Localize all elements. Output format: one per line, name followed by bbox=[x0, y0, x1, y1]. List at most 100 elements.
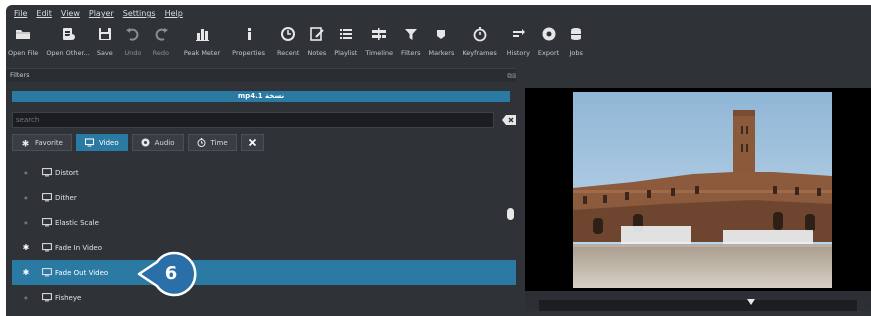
clock-icon bbox=[281, 27, 296, 41]
undo-icon bbox=[125, 28, 139, 41]
tab-label: Favorite bbox=[35, 138, 63, 147]
filter-list-item[interactable]: ● Dither bbox=[12, 185, 517, 210]
menu-view[interactable]: View bbox=[61, 9, 80, 18]
stopwatch-icon bbox=[473, 27, 486, 42]
step-callout-number: 6 bbox=[164, 263, 178, 284]
player-scrub-bar[interactable] bbox=[525, 291, 871, 311]
peak-meter-label: Peak Meter bbox=[183, 49, 221, 57]
filter-name: Distort bbox=[55, 168, 79, 177]
monitor-icon bbox=[42, 268, 52, 277]
undo-button[interactable]: Undo bbox=[124, 22, 142, 68]
screenshot-frame: File Edit View Player Settings Help Open File… bbox=[0, 0, 871, 316]
filter-name: Dither bbox=[55, 193, 77, 202]
info-icon bbox=[247, 28, 251, 40]
properties-button[interactable]: Properties bbox=[232, 22, 265, 68]
jobs-icon bbox=[571, 28, 582, 40]
notes-button[interactable]: Notes bbox=[307, 22, 326, 68]
tab-audio[interactable]: Audio bbox=[131, 134, 184, 151]
recent-button[interactable]: Recent bbox=[277, 22, 299, 68]
markers-label: Markers bbox=[428, 49, 455, 57]
tab-label: Video bbox=[98, 138, 119, 147]
filters-label: Filters bbox=[401, 49, 421, 57]
redo-icon bbox=[155, 28, 168, 41]
player-header bbox=[525, 63, 871, 88]
history-button[interactable]: History bbox=[507, 22, 530, 68]
tab-time[interactable]: Time bbox=[187, 134, 237, 151]
favorite-star-icon[interactable]: ✱ bbox=[21, 268, 31, 277]
filters-button[interactable]: Filters bbox=[401, 22, 420, 68]
tab-label: Audio bbox=[154, 138, 175, 147]
filter-search-row bbox=[12, 112, 520, 128]
open-other-icon bbox=[63, 28, 76, 40]
menu-file[interactable]: File bbox=[14, 9, 27, 18]
marker-icon bbox=[437, 30, 446, 39]
playlist-icon bbox=[339, 29, 352, 39]
timeline-button[interactable]: Timeline bbox=[365, 22, 393, 68]
monitor-icon bbox=[42, 193, 52, 202]
tab-label: Time bbox=[210, 138, 228, 147]
monitor-icon bbox=[42, 243, 52, 252]
filter-category-tabs: ✱ Favorite Video Audio Time bbox=[12, 134, 264, 151]
save-icon bbox=[98, 28, 111, 40]
filter-list-scrollbar-thumb[interactable] bbox=[507, 208, 514, 220]
filter-list-item[interactable]: ● Fisheye bbox=[12, 285, 517, 310]
save-label: Save bbox=[96, 49, 113, 57]
markers-button[interactable]: Markers bbox=[428, 22, 454, 68]
favorite-dot-icon[interactable]: ● bbox=[21, 295, 31, 300]
filter-list-item[interactable]: ✱ Fade In Video bbox=[12, 235, 517, 260]
close-filters-button[interactable] bbox=[240, 134, 264, 151]
monitor-icon bbox=[84, 138, 94, 147]
clear-search-icon[interactable] bbox=[502, 115, 516, 125]
history-icon bbox=[513, 29, 526, 37]
panel-splitter[interactable] bbox=[516, 63, 525, 311]
filter-icon bbox=[404, 29, 417, 40]
filter-search-input[interactable] bbox=[12, 112, 494, 128]
tab-favorite[interactable]: ✱ Favorite bbox=[12, 134, 72, 151]
filters-panel-header: Filters ⧉⊠ bbox=[6, 68, 522, 82]
redo-button[interactable]: Redo bbox=[152, 22, 170, 68]
properties-label: Properties bbox=[232, 49, 265, 57]
tab-video[interactable]: Video bbox=[75, 134, 128, 151]
playlist-label: Playlist bbox=[334, 49, 358, 57]
timeline-icon bbox=[372, 28, 387, 40]
keyframes-label: Keyframes bbox=[462, 49, 497, 57]
notes-icon bbox=[310, 27, 324, 41]
peak-meter-button[interactable]: Peak Meter bbox=[184, 22, 220, 68]
filter-name: Fade In Video bbox=[55, 243, 102, 252]
menu-help[interactable]: Help bbox=[165, 9, 183, 18]
main-toolbar: Open File Open Other... Save Undo Redo Peak M… bbox=[6, 22, 871, 68]
recent-label: Recent bbox=[277, 49, 300, 57]
playlist-button[interactable]: Playlist bbox=[334, 22, 357, 68]
notes-label: Notes bbox=[307, 49, 327, 57]
favorite-dot-icon[interactable]: ● bbox=[21, 195, 31, 200]
open-other-label: Open Other... bbox=[46, 49, 90, 57]
filter-list-item[interactable]: ● Elastic Scale bbox=[12, 210, 517, 235]
keyframes-button[interactable]: Keyframes bbox=[462, 22, 497, 68]
filter-list-item[interactable]: ● Distort bbox=[12, 160, 517, 185]
export-button[interactable]: Export bbox=[538, 22, 559, 68]
filters-panel-title: Filters bbox=[10, 71, 30, 79]
jobs-button[interactable]: Jobs bbox=[567, 22, 585, 68]
current-clip-name: mp4.1 نسخة bbox=[12, 91, 510, 102]
monitor-icon bbox=[42, 293, 52, 302]
clock-icon bbox=[197, 138, 206, 147]
timeline-label: Timeline bbox=[365, 49, 393, 57]
playhead-marker[interactable] bbox=[747, 299, 755, 305]
open-file-button[interactable]: Open File bbox=[8, 22, 38, 68]
menu-settings[interactable]: Settings bbox=[123, 9, 156, 18]
monitor-icon bbox=[42, 168, 52, 177]
menu-bar: File Edit View Player Settings Help bbox=[6, 5, 871, 22]
favorite-dot-icon[interactable]: ● bbox=[21, 220, 31, 225]
svg-text:✱: ✱ bbox=[22, 140, 30, 148]
jobs-label: Jobs bbox=[569, 49, 583, 57]
filter-list-item[interactable]: ✱ Fade Out Video bbox=[12, 260, 517, 285]
speaker-icon bbox=[141, 138, 150, 147]
menu-player[interactable]: Player bbox=[89, 9, 114, 18]
scrub-track[interactable] bbox=[539, 300, 857, 311]
open-other-button[interactable]: Open Other... bbox=[46, 22, 90, 68]
favorite-dot-icon[interactable]: ● bbox=[21, 170, 31, 175]
menu-edit[interactable]: Edit bbox=[36, 9, 52, 18]
filter-name: Fisheye bbox=[55, 293, 82, 302]
favorite-star-icon[interactable]: ✱ bbox=[21, 243, 31, 252]
save-button[interactable]: Save bbox=[96, 22, 114, 68]
